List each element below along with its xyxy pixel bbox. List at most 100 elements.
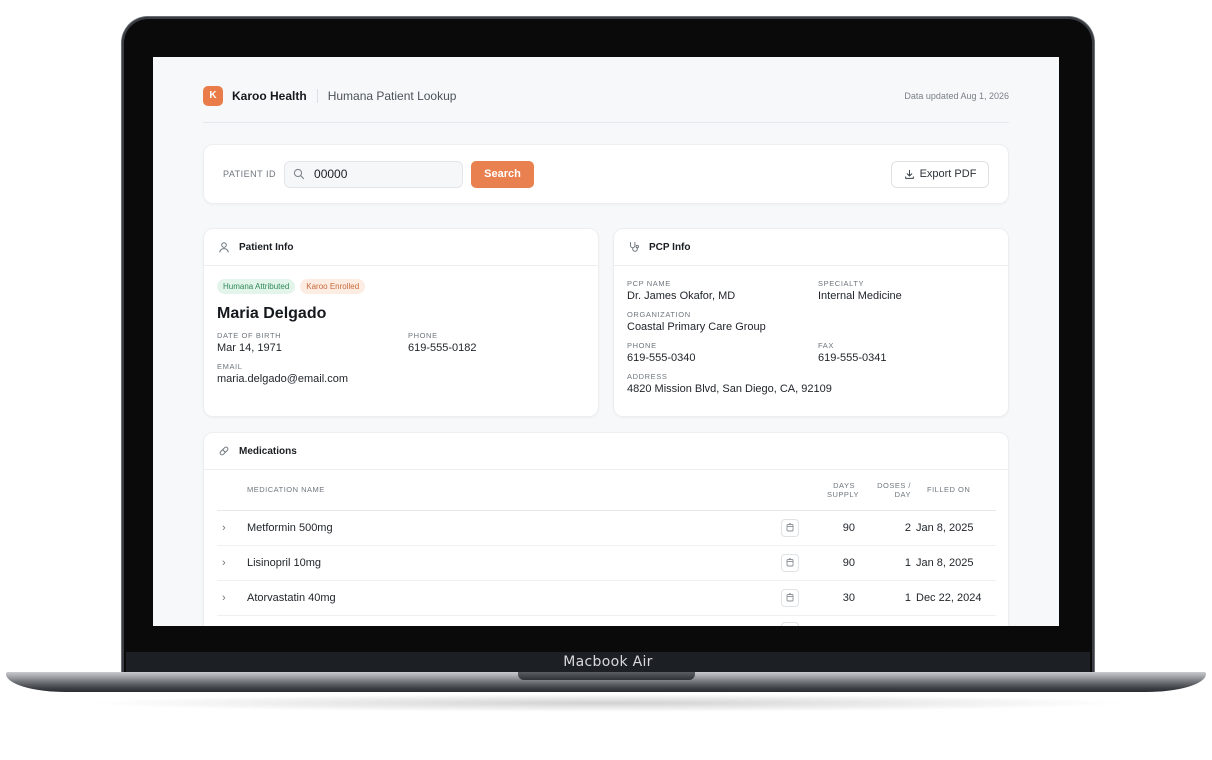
patient-details: DATE OF BIRTH Mar 14, 1971 PHONE 619-555… xyxy=(204,331,598,385)
doses-per-day: 1 xyxy=(855,545,911,581)
fax-label: FAX xyxy=(818,341,834,350)
pill-icon xyxy=(219,446,229,456)
laptop-notch xyxy=(518,672,695,680)
action-column-header xyxy=(781,470,821,511)
pcp-phone-value: 619-555-0340 xyxy=(627,352,696,364)
email-value: maria.delgado@email.com xyxy=(217,373,349,385)
doses-per-day xyxy=(855,615,911,626)
pcp-name-value: Dr. James Okafor, MD xyxy=(627,290,736,302)
organization-value: Coastal Primary Care Group xyxy=(627,321,766,333)
brand-name: Karoo Health xyxy=(232,88,307,103)
export-pdf-button[interactable]: Export PDF xyxy=(891,160,989,188)
logo: K xyxy=(203,85,223,106)
address-value: 4820 Mission Blvd, San Diego, CA, 92109 xyxy=(627,383,832,395)
user-icon xyxy=(219,242,229,253)
page-title: Humana Patient Lookup xyxy=(327,88,457,103)
table-row[interactable]: › Atorvastatin 40mg 30 1 Dec 22, 2024 xyxy=(217,580,996,616)
dob-field: DATE OF BIRTH Mar 14, 1971 xyxy=(217,331,408,354)
days-supply xyxy=(821,615,855,626)
column-header-days-supply: DAYS SUPPLY xyxy=(821,470,860,511)
address-label: ADDRESS xyxy=(627,372,668,381)
filled-on xyxy=(911,615,996,626)
patient-phone-field: PHONE 619-555-0182 xyxy=(408,331,585,354)
table-header-row: MEDICATION NAME DAYS SUPPLY DOSES / DAY … xyxy=(217,470,996,511)
status-badge: Karoo Enrolled xyxy=(300,279,366,294)
dob-label: DATE OF BIRTH xyxy=(217,331,282,340)
search-icon xyxy=(293,168,305,180)
search-card: PATIENT ID 00000 Search Export PDF xyxy=(203,144,1009,204)
export-pdf-label: Export PDF xyxy=(919,168,977,180)
pcp-info-card: PCP Info PCP NAME Dr. James Okafor, MD S… xyxy=(613,228,1009,417)
specialty-label: SPECIALTY xyxy=(818,279,865,288)
filled-on: Jan 8, 2025 xyxy=(911,545,996,581)
pcp-phone-field: PHONE 619-555-0340 xyxy=(627,341,818,364)
doses-per-day: 1 xyxy=(855,580,911,616)
pcp-details: PCP NAME Dr. James Okafor, MD SPECIALTY … xyxy=(614,279,1008,395)
chevron-right-icon[interactable]: › xyxy=(217,592,226,604)
specialty-value: Internal Medicine xyxy=(818,290,902,302)
medications-title: Medications xyxy=(239,445,297,457)
pill-detail-icon[interactable] xyxy=(781,553,799,572)
patient-id-value: 00000 xyxy=(314,167,348,181)
patient-info-title: Patient Info xyxy=(239,241,294,253)
email-field: EMAIL maria.delgado@email.com xyxy=(217,362,585,385)
top-bar: K Karoo Health Humana Patient Lookup Dat… xyxy=(203,57,1009,123)
stethoscope-icon xyxy=(630,242,640,252)
organization-label: ORGANIZATION xyxy=(627,310,691,319)
patient-info-header: Patient Info xyxy=(204,229,598,266)
fax-field: FAX 619-555-0341 xyxy=(818,341,995,364)
column-header-filled-on: FILLED ON xyxy=(911,470,996,511)
patient-id-input[interactable]: 00000 xyxy=(284,160,464,188)
table-row[interactable]: › Lisinopril 10mg 90 1 Jan 8, 2025 xyxy=(217,545,996,581)
days-supply: 90 xyxy=(821,545,855,581)
chevron-right-icon[interactable]: › xyxy=(217,522,226,534)
app: K Karoo Health Humana Patient Lookup Dat… xyxy=(203,57,1009,626)
chevron-right-icon[interactable]: › xyxy=(217,557,226,569)
patient-phone-label: PHONE xyxy=(408,331,438,340)
medications-header: Medications xyxy=(204,433,1008,470)
organization-field: ORGANIZATION Coastal Primary Care Group xyxy=(627,310,995,333)
column-header-medication-name: MEDICATION NAME xyxy=(247,470,781,511)
filled-on: Dec 22, 2024 xyxy=(911,580,996,616)
days-supply: 90 xyxy=(821,510,855,546)
specialty-field: SPECIALTY Internal Medicine xyxy=(818,279,995,302)
email-label: EMAIL xyxy=(217,362,243,371)
medication-name xyxy=(247,615,781,626)
search-button[interactable]: Search xyxy=(471,160,535,188)
patient-phone-value: 619-555-0182 xyxy=(408,342,477,354)
patient-info-card: Patient Info Humana Attributed Karoo Enr… xyxy=(203,228,599,417)
table-row[interactable]: › Metformin 500mg 90 2 Jan 8, 2025 xyxy=(217,510,996,546)
pill-detail-icon[interactable] xyxy=(781,588,799,607)
expand-column-header xyxy=(217,470,247,511)
doses-per-day: 2 xyxy=(855,510,911,546)
download-icon xyxy=(904,169,914,179)
medication-name: Metformin 500mg xyxy=(247,510,781,546)
pcp-info-title: PCP Info xyxy=(649,241,691,253)
address-field: ADDRESS 4820 Mission Blvd, San Diego, CA… xyxy=(627,372,995,395)
medication-name: Atorvastatin 40mg xyxy=(247,580,781,616)
filled-on: Jan 8, 2025 xyxy=(911,510,996,546)
device-label: Macbook Air xyxy=(126,652,1090,674)
pcp-name-label: PCP NAME xyxy=(627,279,671,288)
data-updated-text: Data updated Aug 1, 2026 xyxy=(904,90,1009,101)
status-badge: Humana Attributed xyxy=(217,279,296,294)
pcp-name-field: PCP NAME Dr. James Okafor, MD xyxy=(627,279,818,302)
pill-detail-icon[interactable] xyxy=(781,518,799,537)
patient-name: Maria Delgado xyxy=(217,305,327,322)
doses-per-day-label: DOSES / DAY xyxy=(877,480,911,499)
pill-detail-icon[interactable] xyxy=(781,622,799,626)
patient-badges: Humana Attributed Karoo Enrolled xyxy=(204,266,598,294)
pcp-info-header: PCP Info xyxy=(614,229,1008,266)
medications-table: MEDICATION NAME DAYS SUPPLY DOSES / DAY … xyxy=(217,470,996,626)
device-shadow xyxy=(80,694,1132,712)
pcp-phone-label: PHONE xyxy=(627,341,657,350)
days-supply: 30 xyxy=(821,580,855,616)
medications-card: Medications MEDICATION NAME DAYS SUPPLY … xyxy=(203,432,1009,626)
medication-name: Lisinopril 10mg xyxy=(247,545,781,581)
column-header-doses-per-day: DOSES / DAY xyxy=(855,470,911,511)
patient-id-label: PATIENT ID xyxy=(223,169,277,179)
dob-value: Mar 14, 1971 xyxy=(217,342,282,354)
screen: K Karoo Health Humana Patient Lookup Dat… xyxy=(153,57,1059,626)
days-supply-label: DAYS SUPPLY xyxy=(827,480,860,499)
table-row[interactable]: › xyxy=(217,615,996,626)
